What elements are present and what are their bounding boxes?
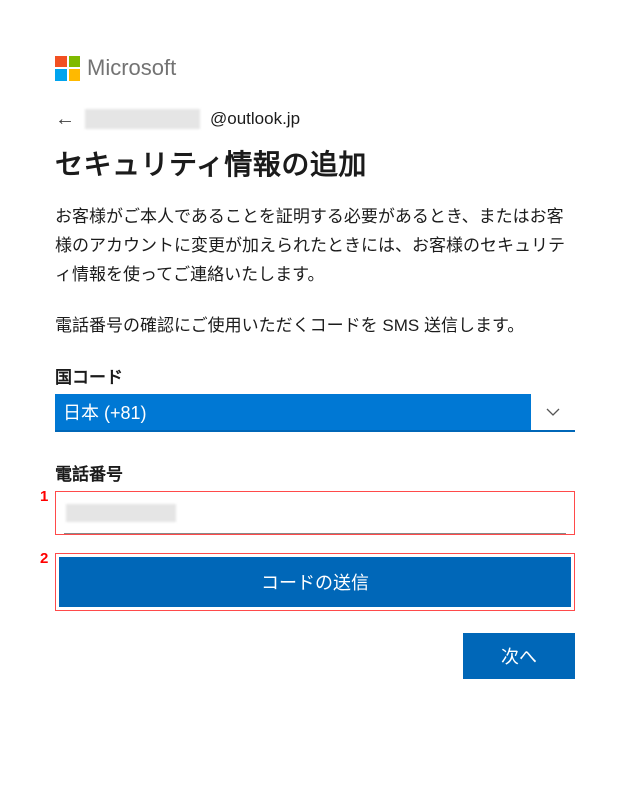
phone-number-label: 電話番号 <box>55 460 575 485</box>
phone-number-field: 電話番号 1 2 コードの送信 <box>55 460 575 611</box>
phone-number-input[interactable] <box>64 498 566 534</box>
account-domain-suffix: @outlook.jp <box>210 109 300 129</box>
next-button[interactable]: 次へ <box>463 633 575 679</box>
chevron-down-icon[interactable] <box>531 404 575 420</box>
microsoft-logo-icon <box>55 56 80 81</box>
send-code-callout-box: 2 コードの送信 <box>55 553 575 611</box>
country-code-label: 国コード <box>55 363 575 388</box>
brand-header: Microsoft <box>55 55 575 81</box>
callout-number-1: 1 <box>40 488 48 505</box>
footer-actions: 次へ <box>55 633 575 679</box>
account-identity-row: ← @outlook.jp <box>55 109 575 129</box>
account-local-part-redacted <box>85 109 200 129</box>
phone-input-callout-box: 1 <box>55 491 575 535</box>
country-code-select[interactable]: 日本 (+81) <box>55 394 575 432</box>
callout-number-2: 2 <box>40 550 48 567</box>
page-title: セキュリティ情報の追加 <box>55 143 575 183</box>
country-code-selected-value[interactable]: 日本 (+81) <box>55 394 531 430</box>
description-secondary: 電話番号の確認にご使用いただくコードを SMS 送信します。 <box>55 312 575 341</box>
brand-name: Microsoft <box>87 55 176 81</box>
back-arrow-icon[interactable]: ← <box>55 109 75 129</box>
send-code-button[interactable]: コードの送信 <box>59 557 571 607</box>
description-primary: お客様がご本人であることを証明する必要があるとき、またはお客様のアカウントに変更… <box>55 203 575 290</box>
country-code-field: 国コード 日本 (+81) <box>55 363 575 432</box>
phone-number-value-redacted <box>66 504 176 522</box>
